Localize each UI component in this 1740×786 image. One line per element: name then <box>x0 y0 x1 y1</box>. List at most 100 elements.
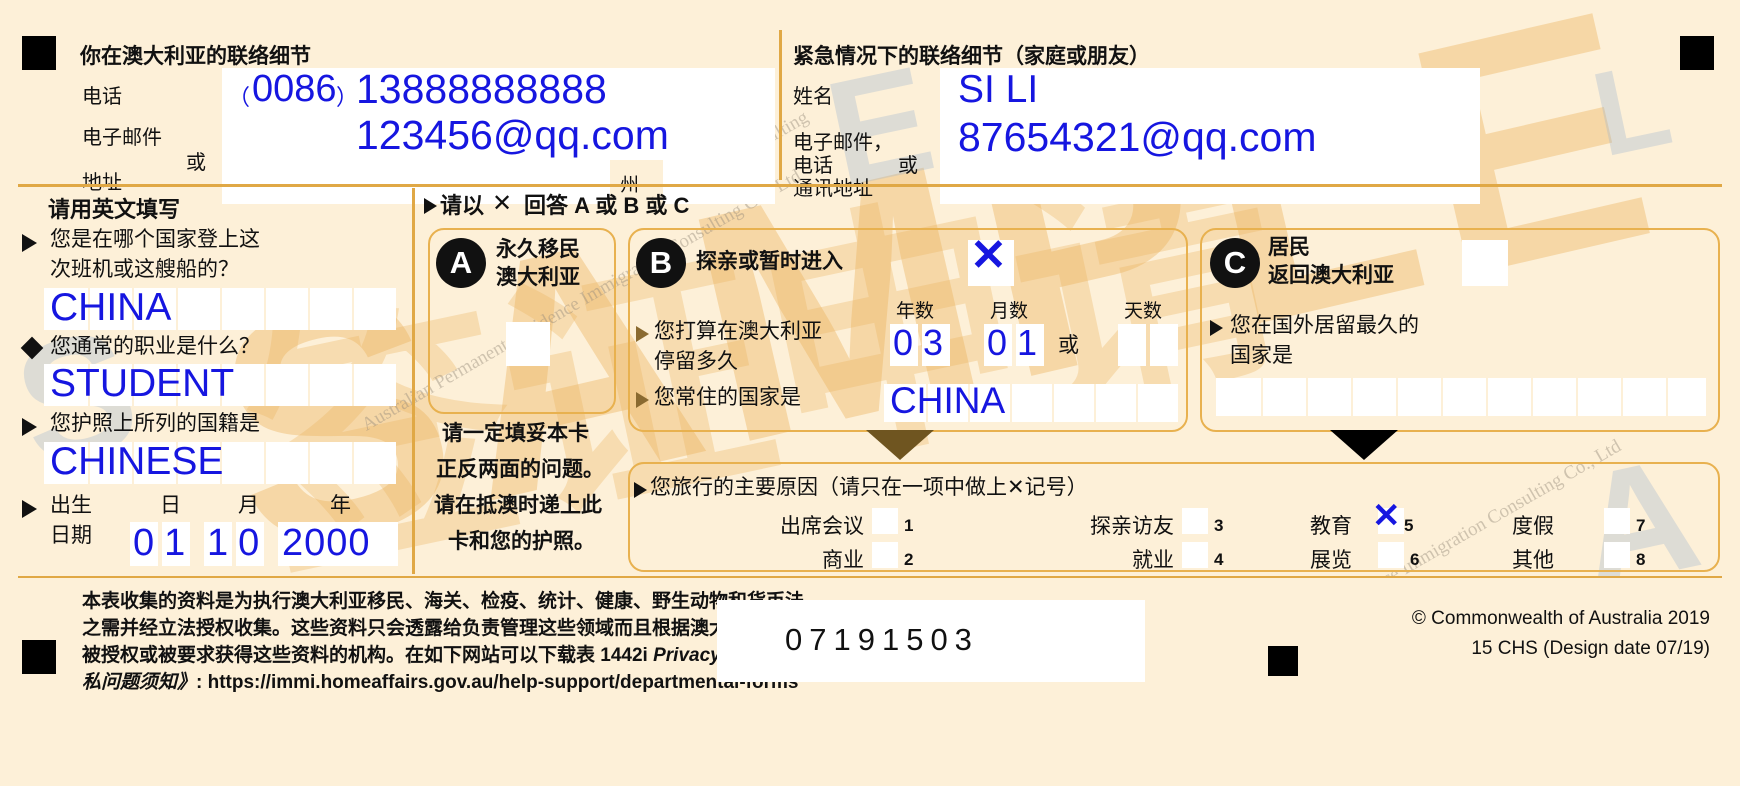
option-a-title-line2: 澳大利亚 <box>496 266 580 289</box>
travel-reason-marker <box>634 482 647 498</box>
privacy-line-1: 本表收集的资料是为执行澳大利亚移民、海关、检疫、统计、健康、野生动物和货币法 <box>82 591 805 612</box>
email-label: 电子邮件 <box>82 127 162 149</box>
option-b-stay-label-line1: 您打算在澳大利亚 <box>654 320 822 343</box>
travel-reason-number-4: 4 <box>1214 550 1224 569</box>
travel-reason-label-1: 出席会议 <box>780 515 864 538</box>
travel-reason-label-7: 度假 <box>1512 515 1554 538</box>
option-b-badge: B <box>636 238 686 288</box>
header-bottom-rule <box>18 184 1722 187</box>
instruction-x-icon: ✕ <box>492 190 513 217</box>
option-c-down-arrow <box>1330 430 1398 460</box>
option-b-mark: ✕ <box>970 231 1007 280</box>
emergency-contact-title: 紧急情况下的联络细节（家庭或朋友） <box>793 45 1150 68</box>
option-b-residence-value: CHINA <box>890 380 1006 421</box>
option-c-badge: C <box>1210 238 1260 288</box>
q2-label: 您通常的职业是什么？ <box>50 335 260 358</box>
travel-reason-label-3: 探亲访友 <box>1090 515 1174 538</box>
barcode-number: 07191503 <box>785 622 979 657</box>
dob-year-header: 年 <box>330 494 351 517</box>
option-b-title: 探亲或暂时进入 <box>696 250 843 273</box>
travel-reason-checkbox-2[interactable] <box>872 542 898 568</box>
travel-reason-question: 您旅行的主要原因（请只在一项中做上✕记号） <box>650 476 1088 499</box>
travel-reason-label-6: 展览 <box>1310 549 1352 572</box>
privacy-line-3: 被授权或被要求获得这些资料的机构。在如下网站可以下载表 1442i Privac… <box>82 642 820 670</box>
or-label-left: 或 <box>186 152 206 174</box>
option-b-down-arrow <box>866 430 934 460</box>
q3-label: 您护照上所列的国籍是 <box>50 412 260 435</box>
note-line1: 请一定填妥本卡 <box>442 422 589 445</box>
dob-month-header: 月 <box>238 494 259 517</box>
option-b-residence-marker <box>636 392 649 408</box>
travel-reason-label-8: 其他 <box>1512 549 1554 572</box>
q3-triangle-marker <box>22 418 37 436</box>
australia-contact-title: 你在澳大利亚的联络细节 <box>80 45 311 68</box>
option-c-question-line1: 您在国外居留最久的 <box>1230 314 1419 337</box>
footer: 本表收集的资料是为执行澳大利亚移民、海关、检疫、统计、健康、野生动物和货币法 之… <box>0 578 1740 786</box>
note-line4: 卡和您的护照。 <box>448 530 595 553</box>
option-c-title-line1: 居民 <box>1268 236 1310 259</box>
q1-label-line2: 次班机或这艘船的？ <box>50 258 239 281</box>
privacy-line-4a: 私问题须知》 <box>82 672 197 693</box>
travel-reason-checkbox-4[interactable] <box>1182 542 1208 568</box>
emergency-contact-value: 87654321@qq.com <box>958 114 1317 160</box>
option-b-years-value: 03 <box>893 322 954 363</box>
travel-reason-checkbox-3[interactable] <box>1182 508 1208 534</box>
travel-reason-mark-5: ✕ <box>1372 497 1401 535</box>
travel-reason-number-1: 1 <box>904 516 914 535</box>
incoming-passenger-card: 签证申请 SAMPLE Australian Permanent Residen… <box>0 0 1740 786</box>
privacy-line-3a: 被授权或被要求获得这些资料的机构。在如下网站可以下载表 1442i <box>82 645 654 666</box>
contact-header: 你在澳大利亚的联络细节 电话 电子邮件 或 地址 州 （ 0086 ） 1388… <box>0 18 1740 204</box>
instruction-triangle-marker <box>424 198 437 214</box>
travel-reason-checkbox-8[interactable] <box>1604 542 1630 568</box>
q2-answer-value: STUDENT <box>50 362 235 405</box>
privacy-line-4: 私问题须知》: https://immi.homeaffairs.gov.au/… <box>82 669 798 697</box>
dob-day-header: 日 <box>160 494 181 517</box>
header-divider <box>779 30 782 180</box>
option-c-answer-strip[interactable] <box>1216 378 1706 416</box>
q1-triangle-marker <box>22 234 37 252</box>
or-label-right: 或 <box>898 155 918 177</box>
option-b-months-value: 01 <box>987 322 1048 363</box>
option-a-checkbox[interactable] <box>506 322 550 366</box>
travel-reason-number-3: 3 <box>1214 516 1224 535</box>
travel-reason-checkbox-1[interactable] <box>872 508 898 534</box>
option-b-days-box-1[interactable] <box>1118 324 1146 366</box>
privacy-line-2: 之需并经立法授权收集。这些资料只会透露给负责管理这些领域而且根据澳大利亚法律 <box>82 618 805 639</box>
q1-label-line1: 您是在哪个国家登上这 <box>50 228 260 251</box>
option-c-question-line2: 国家是 <box>1230 344 1293 367</box>
travel-reason-number-6: 6 <box>1410 550 1420 569</box>
q1-answer-value: CHINA <box>50 286 172 329</box>
option-b-residence-label: 您常住的国家是 <box>654 386 801 409</box>
privacy-url[interactable]: : https://immi.homeaffairs.gov.au/help-s… <box>196 672 798 693</box>
option-c-question-marker <box>1210 320 1223 336</box>
copyright-line-1: © Commonwealth of Australia 2019 <box>1411 608 1710 629</box>
travel-reason-checkbox-6[interactable] <box>1378 542 1404 568</box>
copyright-line-2: 15 CHS (Design date 07/19) <box>1471 638 1710 659</box>
note-line2: 正反两面的问题。 <box>436 458 604 481</box>
emergency-name-value: SI LI <box>958 68 1039 111</box>
option-c-checkbox[interactable] <box>1462 240 1508 286</box>
option-b-days-header: 天数 <box>1124 301 1163 322</box>
phone-number-value: 13888888888 <box>356 66 607 112</box>
instruction-prefix: 请以 <box>440 193 485 218</box>
option-c-title-line2: 返回澳大利亚 <box>1268 264 1394 287</box>
option-b-days-box-2[interactable] <box>1150 324 1178 366</box>
option-a-title-line1: 永久移民 <box>496 238 580 261</box>
option-b-stay-marker <box>636 326 649 342</box>
dob-month-value: 10 <box>207 522 270 564</box>
travel-reason-label-2: 商业 <box>822 549 864 572</box>
travel-reason-number-2: 2 <box>904 550 914 569</box>
emergency-name-label: 姓名 <box>793 86 833 108</box>
phone-country-code-close: ） <box>336 85 359 110</box>
dob-triangle-marker <box>22 500 37 518</box>
email-value: 123456@qq.com <box>356 112 669 158</box>
dob-day-value: 01 <box>133 522 196 564</box>
phone-country-code: 0086 <box>252 68 337 110</box>
registration-mark-top-right <box>1680 36 1714 70</box>
option-a-badge: A <box>436 238 486 288</box>
travel-reason-number-5: 5 <box>1404 516 1414 535</box>
dob-year-value: 2000 <box>282 522 371 564</box>
travel-reason-checkbox-7[interactable] <box>1604 508 1630 534</box>
travel-reason-number-7: 7 <box>1636 516 1646 535</box>
registration-mark-bottom-left <box>22 640 56 674</box>
